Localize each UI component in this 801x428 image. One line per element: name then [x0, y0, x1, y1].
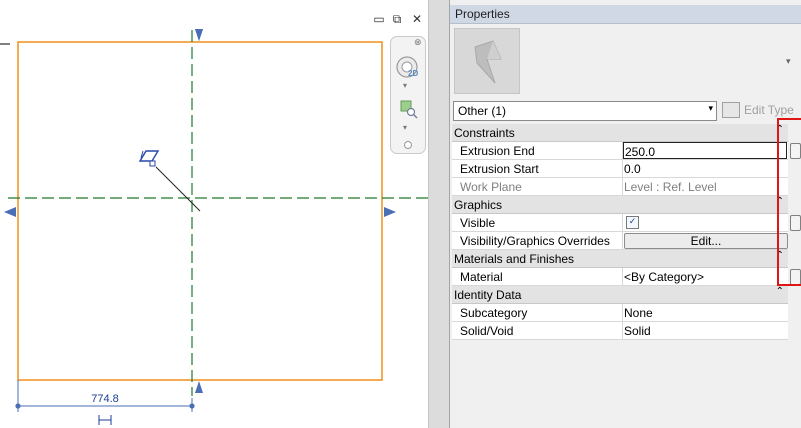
ref-plane-right-handle[interactable] — [384, 207, 396, 217]
navbar-options-icon[interactable] — [403, 139, 413, 149]
row-subcategory[interactable]: Subcategory None — [452, 304, 788, 322]
row-extrusion-start[interactable]: Extrusion Start 0.0 — [452, 160, 788, 178]
properties-palette: Properties ▾ Other (1) ▾ Edit Type Const… — [449, 0, 801, 428]
type-preview-icon — [454, 28, 520, 94]
property-label: Extrusion Start — [460, 162, 539, 176]
property-value[interactable]: None — [624, 306, 653, 320]
type-selector-dropdown-icon[interactable]: ▾ — [786, 57, 791, 67]
selection-filter-row: Other (1) ▾ Edit Type — [450, 99, 801, 123]
property-label: Extrusion End — [460, 144, 535, 158]
property-value: Level : Ref. Level — [624, 180, 717, 194]
collapse-icon[interactable]: ⌃ — [776, 286, 784, 297]
properties-title: Properties — [455, 7, 510, 21]
ref-plane-top-handle-fill — [195, 29, 203, 41]
row-visibility-overrides[interactable]: Visibility/Graphics Overrides Edit... — [452, 232, 788, 250]
zoom-dropdown-icon[interactable]: ▾ — [403, 123, 407, 132]
properties-grid-empty — [452, 340, 788, 428]
properties-grid: Constraints ⌃ Extrusion End 250.0 Extrus… — [452, 124, 801, 340]
section-materials[interactable]: Materials and Finishes ⌃ — [452, 250, 788, 268]
restore-icon[interactable]: ⧉ — [390, 12, 404, 26]
section-constraints[interactable]: Constraints ⌃ — [452, 124, 788, 142]
extrusion-end-input[interactable]: 250.0 — [623, 142, 787, 159]
type-selector[interactable]: ▾ — [450, 24, 801, 98]
visible-checkbox[interactable]: ✓ — [626, 216, 639, 229]
property-label: Visible — [460, 216, 496, 230]
row-extrusion-end[interactable]: Extrusion End 250.0 — [452, 142, 788, 160]
property-label: Material — [460, 270, 503, 284]
section-title: Constraints — [454, 126, 515, 140]
navigation-bar: ⊗ 2D ▾ ▾ — [390, 36, 426, 154]
dimension-text-grip-icon[interactable] — [98, 415, 112, 425]
close-icon[interactable]: ✕ — [410, 12, 424, 26]
dimension-value[interactable]: 774.8 — [91, 393, 119, 405]
instance-selector-dropdown[interactable]: Other (1) ▾ — [453, 101, 717, 121]
row-work-plane: Work Plane Level : Ref. Level — [452, 178, 788, 196]
wheel-2d-label: 2D — [408, 69, 419, 78]
property-value[interactable]: <By Category> — [624, 270, 704, 284]
dim-grip-right[interactable] — [189, 403, 195, 409]
zoom-icon[interactable] — [399, 99, 419, 119]
properties-title-bar[interactable]: Properties — [450, 5, 801, 24]
row-material[interactable]: Material <By Category> — [452, 268, 788, 286]
property-value[interactable]: Solid — [624, 324, 651, 338]
row-solid-void[interactable]: Solid/Void Solid — [452, 322, 788, 340]
minimize-icon[interactable]: ▭ — [372, 12, 386, 26]
ref-plane-left-handle[interactable] — [4, 207, 16, 217]
property-label: Visibility/Graphics Overrides — [460, 234, 610, 248]
canvas-drawing[interactable]: 774.8 — [0, 0, 428, 428]
ref-plane-bottom-handle[interactable] — [195, 381, 203, 393]
edit-overrides-button[interactable]: Edit... — [624, 233, 788, 249]
section-title: Identity Data — [454, 288, 522, 302]
navigation-wheel-icon[interactable]: 2D — [395, 55, 419, 79]
property-label: Subcategory — [460, 306, 528, 320]
work-plane-leader — [155, 166, 201, 212]
instance-selector-value: Other (1) — [458, 104, 507, 118]
section-title: Graphics — [454, 198, 503, 212]
property-value[interactable]: 0.0 — [624, 162, 641, 176]
chevron-down-icon: ▾ — [708, 104, 713, 114]
work-plane-icon[interactable] — [138, 150, 160, 167]
section-title: Materials and Finishes — [454, 252, 575, 266]
section-graphics[interactable]: Graphics ⌃ — [452, 196, 788, 214]
edit-type-icon — [722, 102, 740, 118]
edit-type-label: Edit Type — [744, 103, 794, 117]
highlight-annotation-box — [777, 118, 801, 286]
wheel-dropdown-icon[interactable]: ▾ — [403, 81, 407, 90]
view-splitter[interactable] — [428, 0, 449, 428]
section-identity-data[interactable]: Identity Data ⌃ — [452, 286, 788, 304]
property-label: Solid/Void — [460, 324, 514, 338]
navbar-close-icon[interactable]: ⊗ — [414, 38, 422, 48]
drawing-canvas[interactable]: 774.8 ▭ ⧉ ✕ ⊗ 2D ▾ ▾ — [0, 0, 428, 428]
property-value: 250.0 — [625, 145, 656, 159]
dim-grip-left[interactable] — [15, 403, 21, 409]
property-label: Work Plane — [460, 180, 522, 194]
row-visible[interactable]: Visible ✓ — [452, 214, 788, 232]
view-window-controls: ▭ ⧉ ✕ — [372, 12, 428, 28]
